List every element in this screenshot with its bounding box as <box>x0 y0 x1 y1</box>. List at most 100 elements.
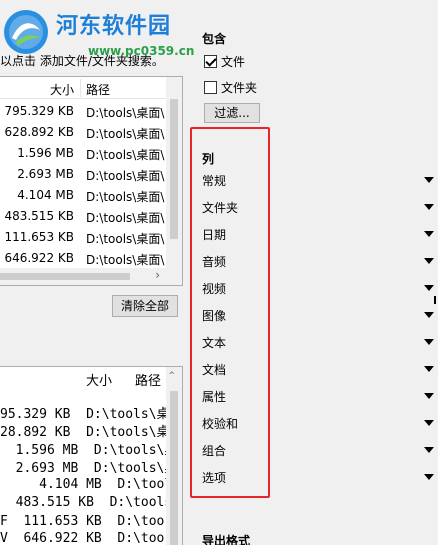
scrollbar-thumb[interactable] <box>0 273 130 280</box>
column-group-label: 文档 <box>202 363 227 377</box>
cell-size: 111.653 KB <box>4 230 74 244</box>
scrollbar-thumb[interactable] <box>170 99 178 239</box>
cell-path: D:\tools\桌面\ <box>86 169 165 183</box>
dropdown-arrow-icon[interactable] <box>424 474 434 480</box>
dropdown-arrow-icon[interactable] <box>424 339 434 345</box>
dropdown-arrow-icon[interactable] <box>424 312 434 318</box>
column-group-video[interactable]: 视频 <box>202 278 434 298</box>
list-header: 大小 路径 <box>0 367 166 389</box>
column-group-options[interactable]: 选项 <box>202 467 434 487</box>
dropdown-arrow-icon[interactable] <box>424 258 434 264</box>
list-item[interactable]: V 646.922 KB D:\too <box>0 531 164 545</box>
vertical-scrollbar[interactable]: ^ <box>166 367 182 545</box>
dropdown-arrow-icon[interactable] <box>424 204 434 210</box>
column-group-label: 常规 <box>202 174 227 188</box>
list-item[interactable]: 483.515 KB D:\tools <box>0 495 173 513</box>
column-group-general[interactable]: 常规 <box>202 170 434 190</box>
column-separator[interactable] <box>80 79 81 97</box>
scrollbar-corner <box>166 268 182 285</box>
column-group-combined[interactable]: 组合 <box>202 440 434 460</box>
left-panel: 以点击 添加文件/文件夹搜索。 大小 路径 795.329 KB D:\tools… <box>0 0 188 545</box>
horizontal-scrollbar[interactable]: › <box>0 268 166 285</box>
column-group-label: 组合 <box>202 444 227 458</box>
column-header-path[interactable]: 路径 <box>135 370 161 389</box>
cell-size: 2.693 MB <box>17 167 74 181</box>
cell-size: 4.104 MB <box>17 188 74 202</box>
list-item[interactable]: F 111.653 KB D:\too <box>0 514 164 532</box>
column-group-audio[interactable]: 音频 <box>202 251 434 271</box>
table-row[interactable]: 1.596 MB D:\tools\桌面\ <box>0 143 166 164</box>
column-group-image[interactable]: 图像 <box>202 305 434 325</box>
scroll-up-arrow-icon[interactable]: ^ <box>169 371 174 381</box>
list-item[interactable]: 2.693 MB D:\tools\桌 <box>0 457 178 476</box>
dropdown-arrow-icon[interactable] <box>424 231 434 237</box>
checkbox-checked-icon[interactable] <box>204 54 217 68</box>
table-row[interactable]: 646.922 KB D:\tools\桌面\ <box>0 248 166 269</box>
checkbox-label: 文件 <box>221 54 246 69</box>
cell-path: D:\tools\桌面\ <box>86 253 165 267</box>
dropdown-arrow-icon[interactable] <box>424 177 434 183</box>
dropdown-arrow-icon[interactable] <box>424 447 434 453</box>
table-row[interactable]: 483.515 KB D:\tools\桌面\ <box>0 206 166 227</box>
list-item[interactable]: 4.104 MB D:\tools\ <box>0 477 182 495</box>
cell-size: 483.515 KB <box>4 209 74 223</box>
column-group-checksum[interactable]: 校验和 <box>202 413 434 433</box>
cell-path: D:\tools\桌面\ <box>86 148 165 162</box>
column-group-label: 选项 <box>202 471 227 485</box>
table-row[interactable]: 628.892 KB D:\tools\桌面\ <box>0 122 166 143</box>
table-row[interactable]: 2.693 MB D:\tools\桌面\ <box>0 164 166 185</box>
filter-button[interactable]: 过滤... <box>204 103 260 123</box>
column-group-label: 日期 <box>202 228 227 242</box>
include-files-checkbox[interactable]: 文件 <box>204 53 245 69</box>
column-group-label: 音频 <box>202 255 227 269</box>
table-row[interactable]: 4.104 MB D:\tools\桌面\ <box>0 185 166 206</box>
checkbox-unchecked-icon[interactable] <box>204 80 217 94</box>
watermark: 河东软件园 www.pc0359.cn <box>2 4 198 62</box>
cell-path: D:\tools\桌面\ <box>86 127 165 141</box>
column-group-text[interactable]: 文本 <box>202 332 434 352</box>
cell-size: 795.329 KB <box>4 104 74 118</box>
cell-size: 628.892 KB <box>4 125 74 139</box>
cell-size: 1.596 MB <box>17 146 74 160</box>
watermark-logo-icon <box>4 10 48 54</box>
export-format-title: 导出格式 <box>202 534 251 545</box>
cell-path: D:\tools\桌面\ <box>86 106 165 120</box>
cell-path: D:\tools\桌面\ <box>86 190 165 204</box>
column-group-label: 校验和 <box>202 417 239 431</box>
dropdown-arrow-icon[interactable] <box>424 420 434 426</box>
watermark-site-name: 河东软件园 <box>56 13 172 39</box>
dropdown-arrow-icon[interactable] <box>424 393 434 399</box>
file-list-bottom[interactable]: 大小 路径 95.329 KB D:\tools\桌 28.892 KB D:\… <box>0 366 183 545</box>
watermark-url: www.pc0359.cn <box>88 44 195 58</box>
include-folders-checkbox[interactable]: 文件夹 <box>204 79 257 95</box>
columns-title: 列 <box>202 152 215 166</box>
column-group-label: 图像 <box>202 309 227 323</box>
column-header-size[interactable]: 大小 <box>86 370 112 389</box>
file-list-top[interactable]: 大小 路径 795.329 KB D:\tools\桌面\ 628.892 KB D… <box>0 76 183 286</box>
column-group-label: 属性 <box>202 390 227 404</box>
include-title: 包含 <box>202 32 227 46</box>
scroll-right-arrow-icon[interactable]: › <box>155 268 160 282</box>
column-group-folder[interactable]: 文件夹 <box>202 197 434 217</box>
dropdown-arrow-icon[interactable] <box>424 366 434 372</box>
column-group-label: 视频 <box>202 282 227 296</box>
table-row[interactable]: 111.653 KB D:\tools\桌面\ <box>0 227 166 248</box>
column-header-size[interactable]: 大小 <box>50 81 74 98</box>
vertical-scrollbar[interactable] <box>166 77 182 269</box>
table-row[interactable]: 795.329 KB D:\tools\桌面\ <box>0 101 166 122</box>
cell-path: D:\tools\桌面\ <box>86 211 165 225</box>
clear-all-button[interactable]: 清除全部 <box>112 295 178 317</box>
column-header-path[interactable]: 路径 <box>86 81 110 98</box>
scrollbar-thumb[interactable] <box>170 391 178 545</box>
cell-size: 646.922 KB <box>4 251 74 265</box>
cell-path: D:\tools\桌面\ <box>86 232 165 246</box>
column-group-attributes[interactable]: 属性 <box>202 386 434 406</box>
column-group-date[interactable]: 日期 <box>202 224 434 244</box>
list-item[interactable]: 95.329 KB D:\tools\桌 <box>0 403 170 422</box>
options-panel: 包含 文件 文件夹 过滤... 列 常规 文件夹 日期 音频 视频 图像 文本 … <box>188 0 438 545</box>
dropdown-arrow-icon[interactable] <box>424 285 434 291</box>
list-item[interactable]: 28.892 KB D:\tools\桌 <box>0 421 170 440</box>
column-group-document[interactable]: 文档 <box>202 359 434 379</box>
list-item[interactable]: 1.596 MB D:\tools\桌 <box>0 439 178 458</box>
edge-tick <box>434 296 436 304</box>
